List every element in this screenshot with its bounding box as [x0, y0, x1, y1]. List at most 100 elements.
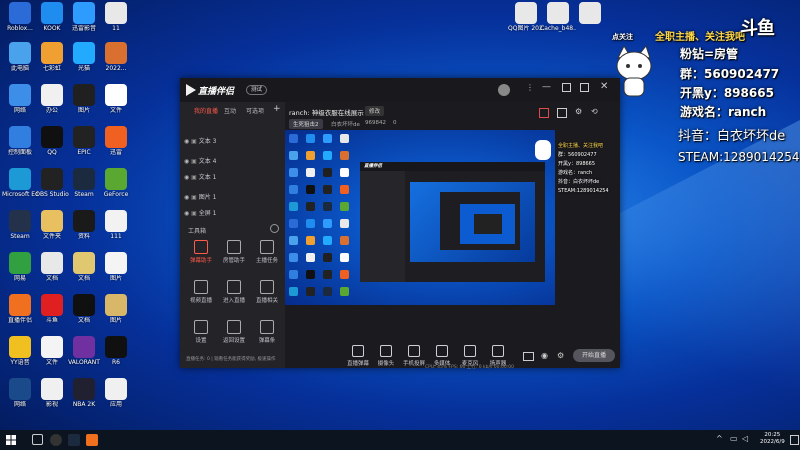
desktop-icon[interactable]: Cache_b48..: [540, 2, 576, 32]
desktop-icon[interactable]: KOOK: [34, 2, 70, 32]
desktop-icon[interactable]: Roblox...: [2, 2, 38, 32]
bottom-toolbar-button[interactable]: 手机投屏: [401, 345, 427, 367]
desktop-icon[interactable]: 111: [98, 210, 134, 240]
desktop-icon[interactable]: 文档: [34, 252, 70, 282]
desktop-icon[interactable]: 七彩虹: [34, 42, 70, 72]
desktop-icon[interactable]: 网络: [2, 84, 38, 114]
scene-item[interactable]: ◉ ▣ 全屏 1: [184, 208, 280, 220]
desktop-icon[interactable]: 资料: [66, 210, 102, 240]
tab-my-live[interactable]: 我的直播: [194, 106, 218, 115]
desktop-icon[interactable]: 网易: [2, 252, 38, 282]
tool-button[interactable]: 弹幕条: [252, 320, 282, 344]
bottom-toolbar-button[interactable]: 直播弹幕: [345, 345, 371, 367]
scene-item[interactable]: ◉ ▣ 文本 3: [184, 136, 280, 148]
eye-icon[interactable]: ◉: [541, 351, 548, 360]
tool-button[interactable]: 主播任务: [252, 240, 282, 264]
mail-icon[interactable]: [557, 108, 567, 118]
camera-small-icon[interactable]: [523, 352, 534, 361]
desktop-icon[interactable]: QQ: [34, 126, 70, 156]
maximize-button[interactable]: [562, 83, 571, 92]
desktop-icon[interactable]: 斗鱼: [34, 294, 70, 324]
tools-more-icon[interactable]: [270, 224, 279, 233]
eye-icon[interactable]: ◉: [184, 210, 189, 217]
desktop-icon[interactable]: Microsoft Edge: [2, 168, 38, 198]
task-view-icon[interactable]: [32, 434, 43, 445]
desktop-icon[interactable]: 网络: [2, 378, 38, 408]
desktop-icon[interactable]: 图片: [98, 294, 134, 324]
restore-button[interactable]: [580, 83, 589, 92]
desktop-icon[interactable]: 光猫: [66, 42, 102, 72]
clock[interactable]: 20:25 2022/6/9: [760, 432, 785, 446]
steam-taskbar-icon[interactable]: [68, 434, 80, 446]
desktop-icon[interactable]: 控制面板: [2, 126, 38, 156]
desktop-icon[interactable]: GeForce: [98, 168, 134, 198]
category-tag[interactable]: 生死狙击2: [289, 119, 323, 129]
desktop-icon[interactable]: 应用: [98, 378, 134, 408]
title-bar[interactable]: 直播伴侣 测试 ⋮ — ✕: [180, 78, 620, 102]
desktop-icon[interactable]: QQ图片 2022..: [508, 2, 544, 32]
desktop-icon[interactable]: Steam: [66, 168, 102, 198]
eye-icon[interactable]: ◉: [184, 158, 189, 165]
desktop-icon[interactable]: 文档: [66, 294, 102, 324]
scene-item[interactable]: ◉ ▣ 文本 1: [184, 172, 280, 184]
edit-title-button[interactable]: 修改: [365, 106, 385, 116]
notification-icon[interactable]: [790, 435, 799, 445]
desktop-icon[interactable]: 直播伴侣: [2, 294, 38, 324]
desktop-icon[interactable]: 文件: [98, 84, 134, 114]
tab-options[interactable]: 可选项: [246, 106, 264, 115]
eye-icon[interactable]: ◉: [184, 194, 189, 201]
gear-icon[interactable]: ⚙: [557, 351, 564, 360]
desktop-icon[interactable]: EPIC: [66, 126, 102, 156]
desktop-icon[interactable]: NBA 2K: [66, 378, 102, 408]
lock-icon[interactable]: ▣: [191, 194, 197, 201]
share-icon[interactable]: ⟲: [591, 107, 598, 116]
desktop-icon[interactable]: 迅雷: [98, 126, 134, 156]
desktop-icon[interactable]: 此电脑: [2, 42, 38, 72]
live-companion-taskbar-icon[interactable]: [86, 434, 98, 446]
desktop-icon[interactable]: 文件夹: [34, 210, 70, 240]
start-button[interactable]: [6, 435, 16, 445]
desktop-icon[interactable]: OBS Studio: [34, 168, 70, 198]
start-live-button[interactable]: 开始直播: [573, 349, 615, 362]
settings-icon[interactable]: ⚙: [575, 107, 582, 116]
desktop-icon[interactable]: VALORANT: [66, 336, 102, 366]
tab-interact[interactable]: 互动: [224, 106, 236, 115]
lock-icon[interactable]: ▣: [191, 210, 197, 217]
bottom-toolbar-button[interactable]: 摄像头: [373, 345, 399, 367]
desktop-icon[interactable]: [572, 2, 608, 25]
stream-preview[interactable]: 直播伴侣: [285, 130, 555, 305]
eye-icon[interactable]: ◉: [184, 174, 189, 181]
add-scene-icon[interactable]: +: [273, 104, 281, 114]
desktop-icon[interactable]: 图片: [98, 252, 134, 282]
desktop-icon[interactable]: 办公: [34, 84, 70, 114]
tool-button[interactable]: 设置: [186, 320, 216, 344]
desktop-icon[interactable]: 文件: [34, 336, 70, 366]
tool-button[interactable]: 弹幕助手: [186, 240, 216, 264]
close-button[interactable]: ✕: [600, 81, 608, 92]
desktop-icon[interactable]: Steam: [2, 210, 38, 240]
tool-button[interactable]: 进入直播: [219, 280, 249, 304]
desktop-icon[interactable]: 文档: [66, 252, 102, 282]
user-avatar[interactable]: [498, 84, 510, 96]
volume-icon[interactable]: ◁: [742, 434, 748, 443]
tool-button[interactable]: 房管助手: [219, 240, 249, 264]
network-icon[interactable]: ▭: [730, 434, 738, 443]
eye-icon[interactable]: ◉: [184, 138, 189, 145]
lock-icon[interactable]: ▣: [191, 174, 197, 181]
tool-button[interactable]: 视频直播: [186, 280, 216, 304]
desktop-icon[interactable]: YY语音: [2, 336, 38, 366]
scene-item[interactable]: ◉ ▣ 文本 4: [184, 156, 280, 168]
tray-up-icon[interactable]: ^: [716, 434, 723, 443]
desktop-icon[interactable]: 2022...: [98, 42, 134, 72]
gift-icon[interactable]: [539, 108, 549, 118]
desktop-icon[interactable]: 图片: [66, 84, 102, 114]
obs-taskbar-icon[interactable]: [50, 434, 62, 446]
desktop-icon[interactable]: R6: [98, 336, 134, 366]
tool-button[interactable]: 直播相关: [252, 280, 282, 304]
lock-icon[interactable]: ▣: [191, 138, 197, 145]
desktop-icon[interactable]: 11: [98, 2, 134, 32]
menu-icon[interactable]: ⋮: [526, 83, 534, 92]
tool-button[interactable]: 返回设置: [219, 320, 249, 344]
desktop-icon[interactable]: 迅雷影音: [66, 2, 102, 32]
desktop-icon[interactable]: 影视: [34, 378, 70, 408]
